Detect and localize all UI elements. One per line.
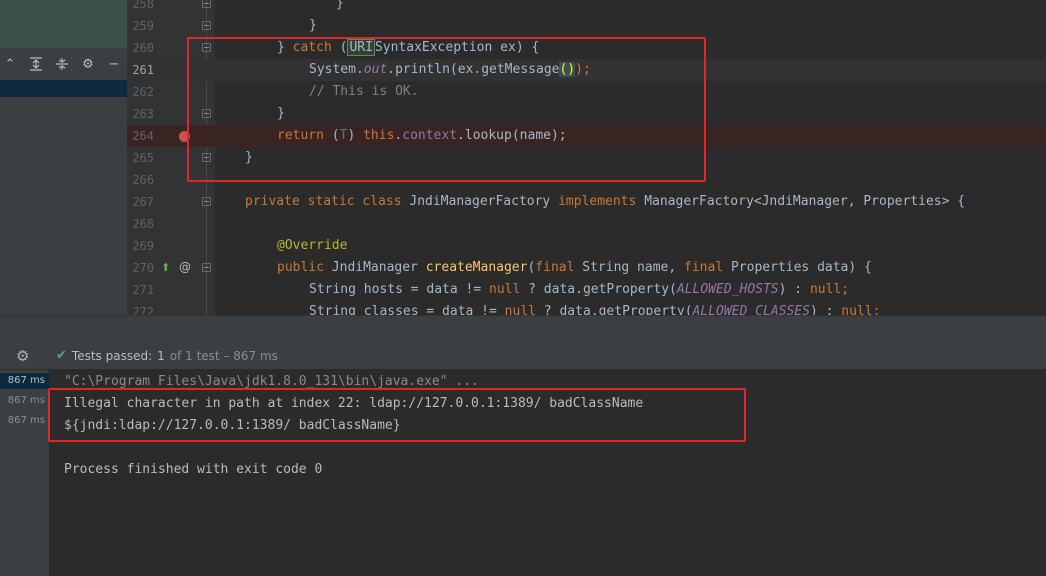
check-icon: ✔: [56, 348, 67, 363]
panel-header: [0, 0, 127, 48]
test-duration[interactable]: 867 ms: [0, 413, 45, 429]
annotation-icon[interactable]: @: [179, 260, 191, 274]
code-line[interactable]: 269 @Override: [127, 235, 1046, 257]
run-console[interactable]: "C:\Program Files\Java\jdk1.8.0_131\bin\…: [48, 370, 1046, 576]
test-tree: 867 ms 867 ms 867 ms: [0, 370, 50, 576]
line-number: 267: [132, 195, 154, 209]
line-number: 268: [132, 217, 154, 231]
code-text: public JndiManager createManager(final S…: [277, 260, 872, 275]
code-line[interactable]: 268: [127, 213, 1046, 235]
panel-splitter[interactable]: [0, 315, 1046, 341]
line-number: 263: [132, 107, 154, 121]
line-number: 260: [132, 41, 154, 55]
test-duration[interactable]: 867 ms: [0, 393, 45, 409]
project-tool-panel: ⌃ ⚙ −: [0, 0, 127, 315]
selected-tree-item[interactable]: [0, 80, 127, 97]
fold-marker-icon[interactable]: [202, 0, 211, 8]
status-label: Tests passed:: [71, 348, 153, 363]
passed-count: 1: [157, 348, 165, 363]
run-toolbar: ⚙ ✔ Tests passed: 1 of 1 test – 867 ms: [0, 341, 1046, 370]
line-number: 261: [132, 63, 154, 77]
fold-marker-icon[interactable]: [202, 197, 211, 206]
code-text: }: [336, 0, 344, 11]
test-status: ✔ Tests passed: 1 of 1 test – 867 ms: [56, 348, 278, 363]
line-number: 270: [132, 261, 154, 275]
line-number: 264: [132, 129, 154, 143]
test-duration[interactable]: 867 ms: [0, 373, 49, 389]
expand-all-icon[interactable]: [26, 54, 46, 74]
code-editor[interactable]: 258 } 259 } 260 } catch (URI SyntaxExcept…: [127, 0, 1046, 315]
console-exit-line: Process finished with exit code 0: [64, 462, 323, 477]
line-number: 269: [132, 239, 154, 253]
line-number: 272: [132, 305, 154, 315]
code-text: private static class JndiManagerFactory …: [245, 194, 966, 209]
code-annotation: @Override: [277, 238, 348, 253]
panel-toolbar: ⌃ ⚙ −: [0, 50, 127, 78]
line-number: 258: [132, 0, 154, 11]
line-number: 262: [132, 85, 154, 99]
code-text: String classes = data != null ? data.get…: [309, 304, 881, 315]
highlight-box-code: [187, 37, 706, 182]
code-text: }: [309, 18, 317, 33]
gear-icon[interactable]: ⚙: [78, 54, 98, 74]
fold-marker-icon[interactable]: [202, 263, 211, 272]
code-line[interactable]: 272 String classes = data != null ? data…: [127, 301, 1046, 315]
code-line[interactable]: 259 }: [127, 15, 1046, 37]
minimize-icon[interactable]: −: [104, 54, 124, 74]
collapse-all-icon[interactable]: [52, 54, 72, 74]
code-line[interactable]: 267 private static class JndiManagerFact…: [127, 191, 1046, 213]
status-detail: of 1 test – 867 ms: [169, 348, 278, 363]
fold-marker-icon[interactable]: [202, 21, 211, 30]
code-text: String hosts = data != null ? data.getPr…: [309, 282, 850, 297]
line-number: 265: [132, 151, 154, 165]
scroll-indicator-icon[interactable]: ⌃: [0, 54, 20, 74]
highlight-box-console: [48, 388, 746, 442]
line-number: 271: [132, 283, 154, 297]
line-number: 259: [132, 19, 154, 33]
implements-icon[interactable]: ⬆: [161, 261, 170, 274]
code-line[interactable]: 271 String hosts = data != null ? data.g…: [127, 279, 1046, 301]
gear-icon[interactable]: ⚙: [16, 347, 29, 365]
code-line[interactable]: 270 ⬆ @ public JndiManager createManager…: [127, 257, 1046, 279]
code-line[interactable]: 258 }: [127, 0, 1046, 15]
line-number: 266: [132, 173, 154, 187]
